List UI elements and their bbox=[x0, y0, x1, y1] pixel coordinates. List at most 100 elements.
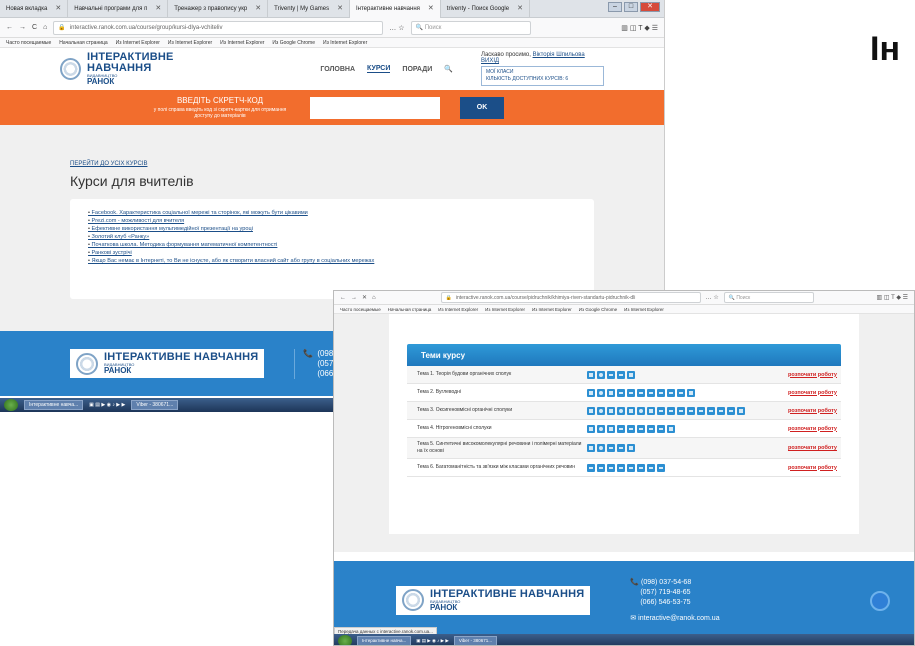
resource-icon[interactable] bbox=[667, 406, 675, 415]
browser-tab[interactable]: Новая вкладка ✕ bbox=[0, 0, 69, 18]
nav-courses[interactable]: КУРСИ bbox=[367, 65, 391, 73]
resource-icon[interactable] bbox=[587, 463, 595, 472]
taskbar-icons[interactable]: ▣ ▤ ▶ ◉ ♪ ▶ ▶ bbox=[89, 402, 125, 408]
maximize-icon[interactable]: □ bbox=[624, 2, 638, 12]
reload-icon[interactable]: C bbox=[32, 24, 37, 31]
course-link[interactable]: Золотий клуб «Ранку» bbox=[88, 233, 576, 241]
url-input[interactable]: 🔒 interactive.ranok.com.ua/course/pidruc… bbox=[440, 292, 701, 303]
all-courses-link[interactable]: ПЕРЕЙТИ ДО УСІХ КУРСІВ bbox=[70, 161, 594, 167]
bookmark-item[interactable]: Из Internet Explorer bbox=[485, 307, 525, 312]
resource-icon[interactable] bbox=[667, 424, 675, 433]
resource-icon[interactable] bbox=[627, 370, 635, 379]
resource-icon[interactable] bbox=[707, 406, 715, 415]
user-name-link[interactable]: Вікторія Шпильова bbox=[533, 52, 585, 58]
course-link[interactable]: Початкова школа. Методика формування мат… bbox=[88, 241, 576, 249]
resource-icon[interactable] bbox=[617, 388, 625, 397]
search-input[interactable]: 🔍 Поиск bbox=[723, 292, 814, 303]
scratch-code-input[interactable] bbox=[310, 96, 440, 119]
course-link[interactable]: Ефективне використання мультимедійної пр… bbox=[88, 225, 576, 233]
browser-tab[interactable]: Інтерактивне навчання ✕ bbox=[350, 0, 441, 18]
close-window-icon[interactable]: ✕ bbox=[640, 2, 660, 12]
resource-icon[interactable] bbox=[587, 388, 595, 397]
bookmark-item[interactable]: Из Internet Explorer bbox=[168, 40, 212, 46]
resource-icon[interactable] bbox=[627, 388, 635, 397]
bookmark-item[interactable]: Из Internet Explorer bbox=[220, 40, 264, 46]
bookmark-item[interactable]: Из Google Chrome bbox=[272, 40, 315, 46]
resource-icon[interactable] bbox=[597, 370, 605, 379]
start-work-link[interactable]: розпочати роботу bbox=[788, 408, 837, 414]
resource-icon[interactable] bbox=[647, 406, 655, 415]
resource-icon[interactable] bbox=[627, 463, 635, 472]
taskbar-browser[interactable]: Інтерактивне навча... bbox=[357, 635, 412, 645]
resource-icon[interactable] bbox=[717, 406, 725, 415]
search-input[interactable]: 🔍 Поиск bbox=[410, 20, 531, 35]
course-link[interactable]: Facebook. Характеристика соціальної мере… bbox=[88, 209, 576, 217]
taskbar-browser[interactable]: Інтерактивне навча... bbox=[24, 400, 84, 410]
back-icon[interactable]: ← bbox=[6, 24, 13, 31]
close-tab-icon[interactable]: ✕ bbox=[337, 0, 343, 18]
resource-icon[interactable] bbox=[587, 406, 595, 415]
resource-icon[interactable] bbox=[617, 444, 625, 452]
start-button[interactable] bbox=[338, 634, 352, 645]
bookmark-item[interactable]: Из Internet Explorer bbox=[624, 307, 664, 312]
resource-icon[interactable] bbox=[627, 444, 635, 452]
bookmark-item[interactable]: Из Google Chrome bbox=[579, 307, 617, 312]
resource-icon[interactable] bbox=[587, 444, 595, 452]
chat-bubble-icon[interactable] bbox=[870, 591, 890, 611]
resource-icon[interactable] bbox=[597, 463, 605, 472]
resource-icon[interactable] bbox=[617, 463, 625, 472]
footer-logo[interactable]: ІНТЕРАКТИВНЕ НАВЧАННЯ ВИДАВНИЦТВО РАНОК bbox=[70, 349, 265, 378]
resource-icon[interactable] bbox=[617, 370, 625, 379]
home-icon[interactable]: ⌂ bbox=[372, 295, 376, 301]
close-tab-icon[interactable]: ✕ bbox=[255, 0, 261, 18]
resource-icon[interactable] bbox=[627, 424, 635, 433]
nav-tips[interactable]: ПОРАДИ bbox=[402, 66, 432, 73]
resource-icon[interactable] bbox=[597, 406, 605, 415]
page-actions-icon[interactable]: … ☆ bbox=[706, 294, 719, 301]
course-link[interactable]: Якщо Вас немає в Інтернеті, то Ви не існ… bbox=[88, 257, 576, 265]
resource-icon[interactable] bbox=[607, 463, 615, 472]
footer-email[interactable]: ✉ interactive@ranok.com.ua bbox=[630, 614, 719, 622]
resource-icon[interactable] bbox=[657, 463, 665, 472]
minimize-icon[interactable]: – bbox=[608, 2, 622, 12]
toolbar-icons[interactable]: ▥ ◫ T ◆ ☰ bbox=[877, 294, 908, 301]
resource-icon[interactable] bbox=[727, 406, 735, 415]
course-link[interactable]: Ранкові зустрічі bbox=[88, 249, 576, 257]
nav-home[interactable]: ГОЛОВНА bbox=[320, 66, 355, 73]
resource-icon[interactable] bbox=[657, 388, 665, 397]
start-work-link[interactable]: розпочати роботу bbox=[788, 465, 837, 471]
resource-icon[interactable] bbox=[637, 463, 645, 472]
close-tab-icon[interactable]: ✕ bbox=[428, 0, 434, 18]
browser-tab[interactable]: triventy - Поиск Google ✕ bbox=[441, 0, 530, 18]
bookmark-item[interactable]: Из Internet Explorer bbox=[438, 307, 478, 312]
bookmark-item[interactable]: Из Internet Explorer bbox=[323, 40, 367, 46]
bookmark-item[interactable]: Из Internet Explorer bbox=[116, 40, 160, 46]
browser-tab[interactable]: Triventy | My Games ✕ bbox=[268, 0, 351, 18]
toolbar-icons[interactable]: ▥ ◫ T ◆ ☰ bbox=[621, 24, 658, 32]
courses-count-link[interactable]: КІЛЬКІСТЬ ДОСТУПНИХ КУРСІВ: 6 bbox=[486, 76, 599, 83]
resource-icon[interactable] bbox=[617, 406, 625, 415]
resource-icon[interactable] bbox=[687, 388, 695, 397]
bookmark-item[interactable]: Начальная страница bbox=[388, 307, 432, 312]
close-tab-icon[interactable]: ✕ bbox=[155, 0, 161, 18]
back-icon[interactable]: ← bbox=[340, 295, 346, 301]
start-work-link[interactable]: розпочати роботу bbox=[788, 372, 837, 378]
resource-icon[interactable] bbox=[617, 424, 625, 433]
resource-icon[interactable] bbox=[587, 370, 595, 379]
resource-icon[interactable] bbox=[607, 444, 615, 452]
resource-icon[interactable] bbox=[597, 444, 605, 452]
browser-tab[interactable]: Тренажер з правопису укр ✕ bbox=[168, 0, 269, 18]
forward-icon[interactable]: → bbox=[351, 295, 357, 301]
taskbar-viber[interactable]: Viber - 380671... bbox=[131, 400, 179, 410]
close-tab-icon[interactable]: ✕ bbox=[517, 0, 523, 18]
resource-icon[interactable] bbox=[737, 406, 745, 415]
resource-icon[interactable] bbox=[637, 388, 645, 397]
resource-icon[interactable] bbox=[657, 424, 665, 433]
logout-link[interactable]: ВИХІД bbox=[481, 58, 499, 64]
resource-icon[interactable] bbox=[637, 424, 645, 433]
resource-icon[interactable] bbox=[597, 388, 605, 397]
resource-icon[interactable] bbox=[647, 424, 655, 433]
resource-icon[interactable] bbox=[687, 406, 695, 415]
taskbar-viber[interactable]: Viber - 380671... bbox=[453, 635, 498, 645]
stop-icon[interactable]: ✕ bbox=[362, 294, 367, 301]
